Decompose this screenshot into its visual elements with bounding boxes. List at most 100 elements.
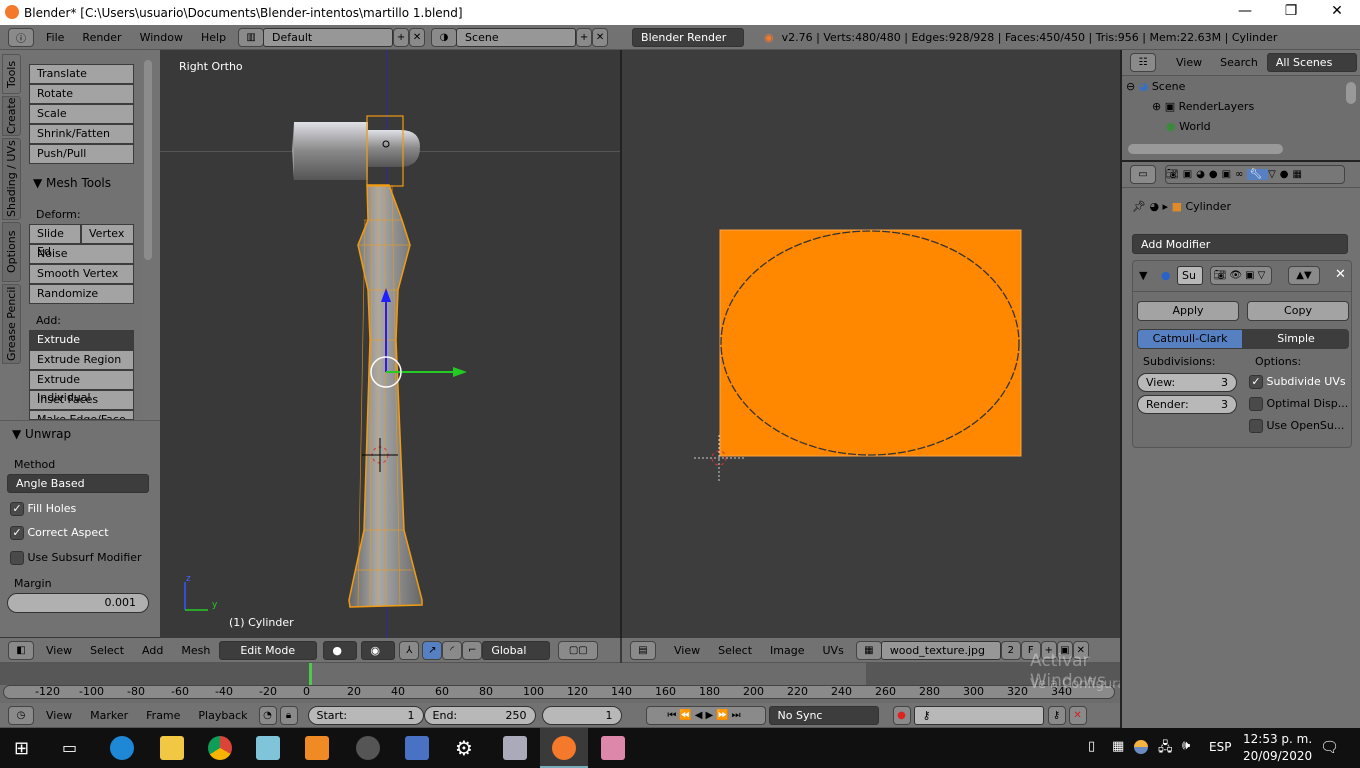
menu-view[interactable]: View bbox=[37, 644, 81, 657]
record-button[interactable]: ● bbox=[892, 705, 911, 725]
layout-field[interactable]: Default bbox=[263, 27, 394, 47]
tray-app-icon[interactable]: ▦ bbox=[1112, 739, 1124, 754]
editor-type-3d-icon[interactable]: ◧ bbox=[8, 640, 34, 660]
playback-controls[interactable]: ⏮⏪◀▶⏩⏭ bbox=[645, 705, 766, 725]
modifier-tab-wrench-icon[interactable]: 🔧︎ bbox=[1247, 169, 1269, 180]
optimal-display-checkbox[interactable]: Optimal Disp... bbox=[1249, 397, 1348, 411]
editor-type-outliner-icon[interactable]: ☷ bbox=[1130, 53, 1156, 72]
layer-buttons[interactable]: ▢▢ bbox=[558, 640, 599, 660]
editor-type-uv-icon[interactable]: ▤ bbox=[630, 640, 656, 660]
apply-button[interactable]: Apply bbox=[1137, 301, 1239, 321]
clock-time[interactable]: 12:53 p. m. bbox=[1243, 732, 1312, 746]
remove-modifier-button[interactable]: ✕ bbox=[1335, 267, 1346, 282]
randomize-button[interactable]: Randomize bbox=[29, 284, 134, 304]
menu-mesh[interactable]: Mesh bbox=[172, 644, 219, 657]
end-frame-field[interactable]: End: 250 bbox=[423, 705, 536, 725]
network-icon[interactable]: 🖧︎ bbox=[1158, 738, 1173, 760]
use-opensubdiv-checkbox[interactable]: Use OpenSu... bbox=[1249, 419, 1344, 433]
menu-uv-select[interactable]: Select bbox=[709, 644, 761, 657]
start-button-icon[interactable]: ⊞ bbox=[14, 738, 29, 759]
display-mode-select[interactable]: All Scenes bbox=[1266, 53, 1357, 72]
music-icon[interactable] bbox=[356, 736, 380, 760]
weather-icon[interactable] bbox=[1134, 740, 1148, 754]
correct-aspect-checkbox[interactable]: ✓ Correct Aspect bbox=[10, 526, 109, 540]
computer-icon[interactable] bbox=[503, 736, 527, 760]
orientation-select[interactable]: Global bbox=[482, 640, 551, 660]
image-name-field[interactable]: wood_texture.jpg bbox=[880, 640, 1001, 660]
media-player-icon[interactable] bbox=[305, 736, 329, 760]
smooth-vertex-button[interactable]: Smooth Vertex bbox=[29, 264, 134, 284]
margin-slider[interactable]: 0.001 bbox=[7, 593, 149, 613]
minimize-button[interactable]: — bbox=[1222, 0, 1268, 25]
sync-select[interactable]: No Sync bbox=[768, 705, 879, 725]
extrude-individual-button[interactable]: Extrude Individual bbox=[29, 370, 134, 404]
menu-outliner-view[interactable]: View bbox=[1167, 56, 1211, 69]
menu-marker[interactable]: Marker bbox=[81, 709, 137, 722]
uv-editor[interactable] bbox=[622, 50, 1120, 638]
scene-icon[interactable]: ◑ bbox=[431, 27, 458, 47]
network-app-icon[interactable] bbox=[405, 736, 429, 760]
insert-keyframe-icon[interactable]: ⚷ bbox=[1047, 705, 1066, 725]
layout-icon[interactable]: ▥ bbox=[238, 27, 265, 47]
lock-icon[interactable]: 🔒︎ bbox=[279, 705, 298, 725]
menu-window[interactable]: Window bbox=[131, 31, 192, 44]
translate-manipulator-icon[interactable]: ↗ bbox=[422, 640, 443, 660]
menu-uvs[interactable]: UVs bbox=[814, 644, 853, 657]
tab-create[interactable]: Create bbox=[2, 96, 21, 136]
remove-scene-button[interactable]: ✕ bbox=[592, 27, 609, 47]
image-users[interactable]: 2 bbox=[1000, 640, 1021, 660]
outliner-hscrollbar[interactable] bbox=[1128, 144, 1283, 154]
blender-taskbar-icon[interactable] bbox=[552, 736, 576, 760]
modifier-visibility-toggles[interactable]: 📷︎👁︎▣▽ bbox=[1210, 266, 1272, 285]
outliner-vscrollbar[interactable] bbox=[1346, 82, 1356, 104]
shading-select[interactable]: ● bbox=[323, 640, 358, 660]
add-scene-button[interactable]: + bbox=[576, 27, 593, 47]
menu-playback[interactable]: Playback bbox=[189, 709, 256, 722]
file-explorer-icon[interactable] bbox=[160, 736, 184, 760]
add-layout-button[interactable]: + bbox=[393, 27, 410, 47]
paint-icon[interactable] bbox=[601, 736, 625, 760]
subdivide-uvs-checkbox[interactable]: ✓ Subdivide UVs bbox=[1249, 375, 1346, 389]
menu-add[interactable]: Add bbox=[133, 644, 172, 657]
add-modifier-select[interactable]: Add Modifier bbox=[1132, 234, 1348, 254]
menu-timeline-view[interactable]: View bbox=[37, 709, 81, 722]
volume-icon[interactable]: 🕪︎ bbox=[1182, 738, 1190, 753]
task-view-icon[interactable]: ▭ bbox=[62, 738, 77, 757]
clock-date[interactable]: 20/09/2020 bbox=[1243, 749, 1312, 763]
start-frame-field[interactable]: Start: 1 bbox=[307, 705, 424, 725]
timeline-scrollbar[interactable]: -120 -100 -80 -60 -40 -20 0 20 40 60 80 100 120 140 16… bbox=[3, 685, 1115, 699]
delete-keyframe-icon[interactable]: ✕ bbox=[1068, 705, 1087, 725]
info-editor-type-icon[interactable]: ⓘ bbox=[8, 27, 34, 47]
copy-button[interactable]: Copy bbox=[1247, 301, 1349, 321]
tab-grease-pencil[interactable]: Grease Pencil bbox=[2, 284, 21, 364]
current-frame-field[interactable]: 1 bbox=[541, 705, 622, 725]
menu-file[interactable]: File bbox=[37, 31, 73, 44]
tab-options[interactable]: Options bbox=[2, 222, 21, 282]
editor-type-timeline-icon[interactable]: ◷ bbox=[8, 705, 34, 725]
timeline-area[interactable]: -120 -100 -80 -60 -40 -20 0 20 40 60 80 100 120 140 16… bbox=[0, 651, 1301, 703]
slide-edge-button[interactable]: Slide Ed bbox=[29, 224, 81, 258]
noise-button[interactable]: Noise bbox=[29, 244, 134, 264]
menu-frame[interactable]: Frame bbox=[137, 709, 189, 722]
simple-option[interactable]: Simple bbox=[1243, 329, 1349, 349]
make-edge-face-button[interactable]: Make Edge/Face bbox=[29, 410, 134, 420]
scene-field[interactable]: Scene bbox=[456, 27, 577, 47]
modifier-name-field[interactable]: Su bbox=[1177, 266, 1203, 285]
menu-select[interactable]: Select bbox=[81, 644, 133, 657]
editor-type-properties-icon[interactable]: ▭ bbox=[1130, 165, 1156, 184]
shrink-fatten-button[interactable]: Shrink/Fatten bbox=[29, 124, 134, 144]
extrude-region-button[interactable]: Extrude Region bbox=[29, 350, 134, 370]
menu-render[interactable]: Render bbox=[73, 31, 130, 44]
language-indicator[interactable]: ESP bbox=[1209, 740, 1231, 754]
translate-button[interactable]: Translate bbox=[29, 64, 134, 84]
manipulator-icon[interactable]: ⅄ bbox=[399, 640, 420, 660]
pivot-select[interactable]: ◉ bbox=[361, 640, 396, 660]
menu-search[interactable]: Search bbox=[1211, 56, 1267, 69]
render-engine-select[interactable]: Blender Render bbox=[632, 27, 745, 47]
remove-layout-button[interactable]: ✕ bbox=[409, 27, 426, 47]
close-button[interactable]: ✕ bbox=[1314, 0, 1360, 25]
mode-select[interactable]: Edit Mode bbox=[219, 640, 318, 660]
mesh-tools-header[interactable]: ▼ Mesh Tools bbox=[33, 176, 111, 190]
scale-button[interactable]: Scale bbox=[29, 104, 134, 124]
notifications-icon[interactable]: 🗨︎ bbox=[1320, 738, 1339, 756]
